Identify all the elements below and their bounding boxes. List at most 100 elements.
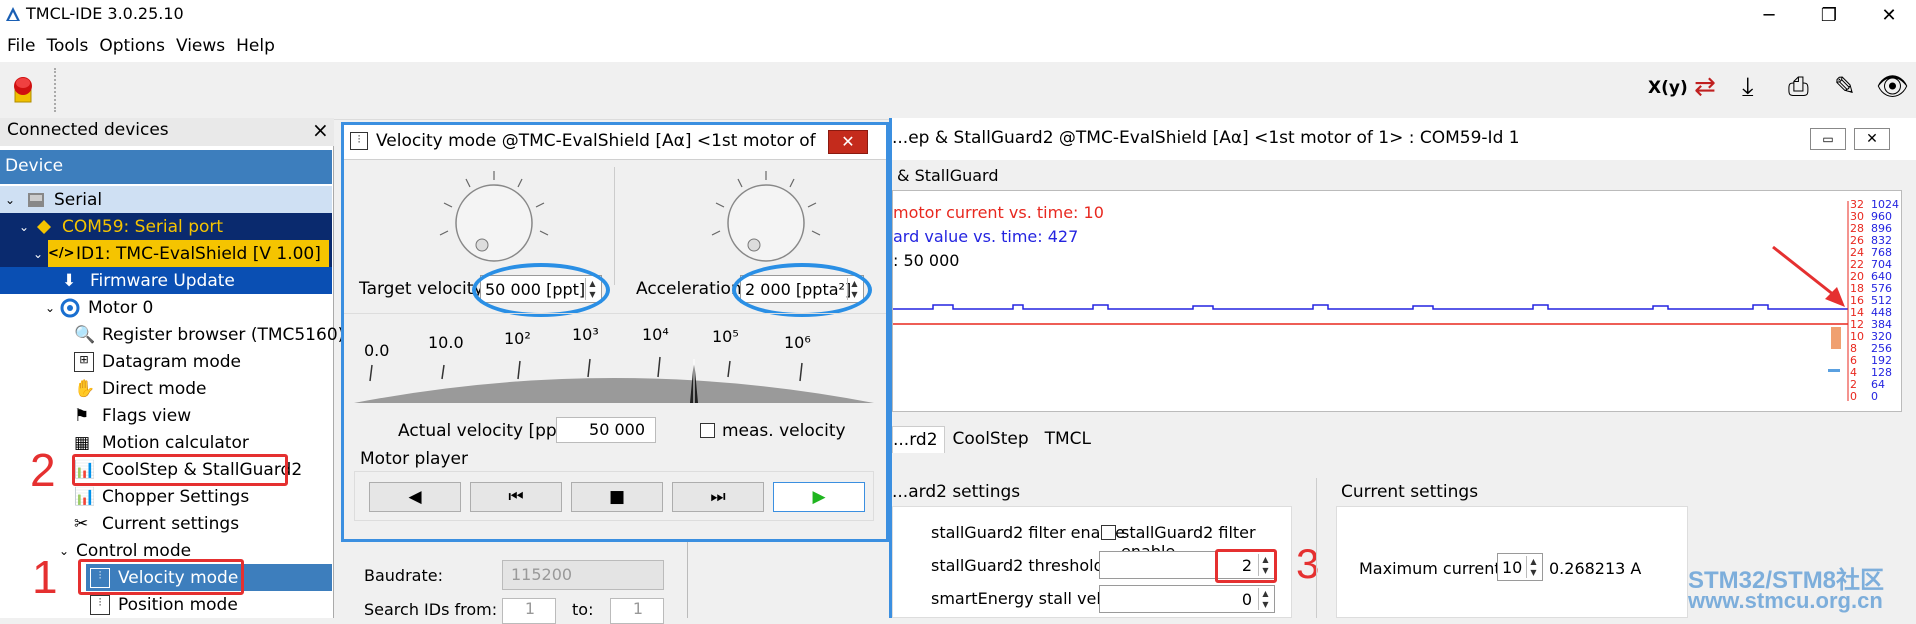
stallguard-window: ...ep & StallGuard2 @TMC-EvalShield [Aα]… xyxy=(889,118,1916,618)
meas-velocity-checkbox[interactable] xyxy=(700,423,715,438)
tree-item-motion-calculator[interactable]: ▦ Motion calculator xyxy=(74,429,249,456)
stop-button[interactable]: ■ xyxy=(571,482,663,512)
close-button[interactable]: ✕ xyxy=(1866,0,1912,30)
connect-arrows-icon[interactable]: ⇄ xyxy=(1694,72,1716,102)
tab-stallguard2[interactable]: ...rd2 xyxy=(892,426,945,453)
menu-file[interactable]: File xyxy=(7,36,35,56)
tree-item-id1[interactable]: ⌄ </> ID1: TMC-EvalShield [V 1.00] xyxy=(0,240,332,267)
panel-header: Connected devices × xyxy=(0,118,334,146)
skip-forward-button[interactable]: ⏭ xyxy=(672,482,764,512)
baudrate-field[interactable]: 115200 xyxy=(502,560,664,590)
tree-label: ID1: TMC-EvalShield [V 1.00] xyxy=(76,243,321,264)
max-current-spinbox[interactable]: 10 ▲ ▼ xyxy=(1497,553,1543,581)
flag-icon: ⚑ xyxy=(74,405,90,426)
play-button[interactable]: ▶ xyxy=(773,482,865,512)
expand-arrow-icon[interactable]: ⌄ xyxy=(56,544,72,558)
sg-axis-tick: 832 xyxy=(1871,234,1892,247)
panel-close-icon[interactable]: × xyxy=(312,118,329,142)
sg-axis-tick: 576 xyxy=(1871,282,1892,295)
sg-axis-tick: 896 xyxy=(1871,222,1892,235)
maximize-button[interactable]: ❐ xyxy=(1806,0,1852,30)
watermark-line2: www.stmcu.org.cn xyxy=(1688,588,1883,613)
sg-axis-tick: 448 xyxy=(1871,306,1892,319)
current-axis-tick: 28 xyxy=(1850,222,1864,235)
tree-item-direct-mode[interactable]: ✋ Direct mode xyxy=(74,375,207,402)
menu-help[interactable]: Help xyxy=(236,36,275,56)
tree-item-serial[interactable]: ⌄ Serial xyxy=(0,186,332,213)
velocity-dialog-title: Velocity mode @TMC-EvalShield [Aα] <1st … xyxy=(376,131,816,151)
target-velocity-knob[interactable] xyxy=(430,165,550,275)
spin-arrows-icon[interactable]: ▲ ▼ xyxy=(1526,556,1540,578)
function-xy-icon[interactable]: X(y) xyxy=(1648,78,1688,98)
tree-item-current-settings[interactable]: ✂ Current settings xyxy=(74,510,239,537)
menu-options[interactable]: Options xyxy=(99,36,165,56)
tree-label: Control mode xyxy=(76,540,192,561)
annotation-number-2: 2 xyxy=(30,444,56,496)
restore-button[interactable]: ▭ xyxy=(1810,128,1846,150)
tab-coolstep[interactable]: CoolStep xyxy=(945,426,1037,453)
current-axis-tick: 32 xyxy=(1850,198,1864,211)
magic-wand-icon[interactable]: ✎ xyxy=(1834,72,1856,102)
emergency-stop-icon[interactable] xyxy=(12,72,34,104)
menu-views[interactable]: Views xyxy=(176,36,225,56)
tree-item-flags-view[interactable]: ⚑ Flags view xyxy=(74,402,191,429)
tab-tmcl[interactable]: TMCL xyxy=(1037,426,1099,453)
port-icon xyxy=(37,219,51,234)
current-axis-tick: 0 xyxy=(1850,390,1857,403)
sg-axis-tick: 192 xyxy=(1871,354,1892,367)
tree-item-firmware-update[interactable]: ⬇ Firmware Update xyxy=(0,267,332,294)
document-icon[interactable]: ⎙ xyxy=(1788,72,1809,103)
hand-icon: ✋ xyxy=(74,378,96,399)
menu-bar: File Tools Options Views Help xyxy=(0,30,1916,62)
scale-arc xyxy=(354,378,874,403)
velocity-dialog-title-bar: ⫶ Velocity mode @TMC-EvalShield [Aα] <1s… xyxy=(344,125,886,160)
title-bar: TMCL-IDE 3.0.25.10 ─ ❐ ✕ xyxy=(0,0,1916,30)
sg-axis-tick: 960 xyxy=(1871,210,1892,223)
tree-item-datagram-mode[interactable]: ⊞ Datagram mode xyxy=(74,348,241,375)
tree-item-register-browser[interactable]: 🔍 Register browser (TMC5160) xyxy=(74,321,344,348)
smartenergy-spinbox[interactable]: 0 ▲ ▼ xyxy=(1099,585,1275,613)
tree-item-com59[interactable]: ⌄ COM59: Serial port xyxy=(0,213,332,240)
sg-axis-tick: 704 xyxy=(1871,258,1892,271)
expand-arrow-icon[interactable]: ⌄ xyxy=(28,247,48,261)
code-icon: </> xyxy=(48,245,75,261)
current-settings-group: Maximum current 10 ▲ ▼ 0.268213 A xyxy=(1336,506,1688,618)
actual-velocity-label: Actual velocity [ppt] xyxy=(398,421,571,441)
sg-settings-group: stallGuard2 filter enable stallGuard2 fi… xyxy=(892,506,1292,618)
filter-label: stallGuard2 filter enable xyxy=(931,523,1125,542)
tree-label: Chopper Settings xyxy=(102,486,250,507)
current-group-title: Current settings xyxy=(1341,482,1479,502)
menu-tools[interactable]: Tools xyxy=(46,36,88,56)
sg-axis-tick: 0 xyxy=(1871,390,1878,403)
tree-item-chopper-settings[interactable]: 📊 Chopper Settings xyxy=(74,483,249,510)
search-ids-label: Search IDs from: xyxy=(364,600,498,619)
minimize-button[interactable]: ─ xyxy=(1746,0,1792,30)
highlight-box-1 xyxy=(78,559,244,595)
expand-arrow-icon[interactable]: ⌄ xyxy=(14,220,34,234)
meas-velocity-label: meas. velocity xyxy=(722,421,846,441)
skip-back-button[interactable]: ⏮ xyxy=(470,482,562,512)
settings-tabs: ...rd2 CoolStep TMCL xyxy=(892,426,1099,453)
acceleration-knob[interactable] xyxy=(702,165,822,275)
group-divider xyxy=(1316,478,1317,618)
search-from-field[interactable]: 1 xyxy=(502,598,556,624)
expand-arrow-icon[interactable]: ⌄ xyxy=(0,193,20,207)
chart-plot-area xyxy=(893,201,1849,401)
current-axis-tick: 14 xyxy=(1850,306,1864,319)
close-window-button[interactable]: ✕ xyxy=(1854,128,1890,150)
current-axis-tick: 2 xyxy=(1850,378,1857,391)
expand-arrow-icon[interactable]: ⌄ xyxy=(40,301,60,315)
spin-arrows-icon[interactable]: ▲ ▼ xyxy=(1258,588,1272,610)
download-icon[interactable]: ⤓ xyxy=(1742,72,1754,103)
tree-item-motor0[interactable]: ⌄ Motor 0 xyxy=(0,294,153,321)
current-axis-tick: 24 xyxy=(1850,246,1864,259)
reverse-button[interactable]: ◀ xyxy=(369,482,461,512)
tree-item-position-mode[interactable]: ⫶ Position mode xyxy=(86,591,238,618)
app-logo-icon xyxy=(6,7,20,21)
dialog-close-button[interactable]: ✕ xyxy=(828,130,868,154)
window-title: TMCL-IDE 3.0.25.10 xyxy=(26,4,184,23)
filter-checkbox[interactable] xyxy=(1101,525,1116,540)
eye-icon[interactable]: 👁 xyxy=(1876,72,1909,102)
search-to-field[interactable]: 1 xyxy=(610,598,664,624)
baudrate-label: Baudrate: xyxy=(364,566,443,585)
